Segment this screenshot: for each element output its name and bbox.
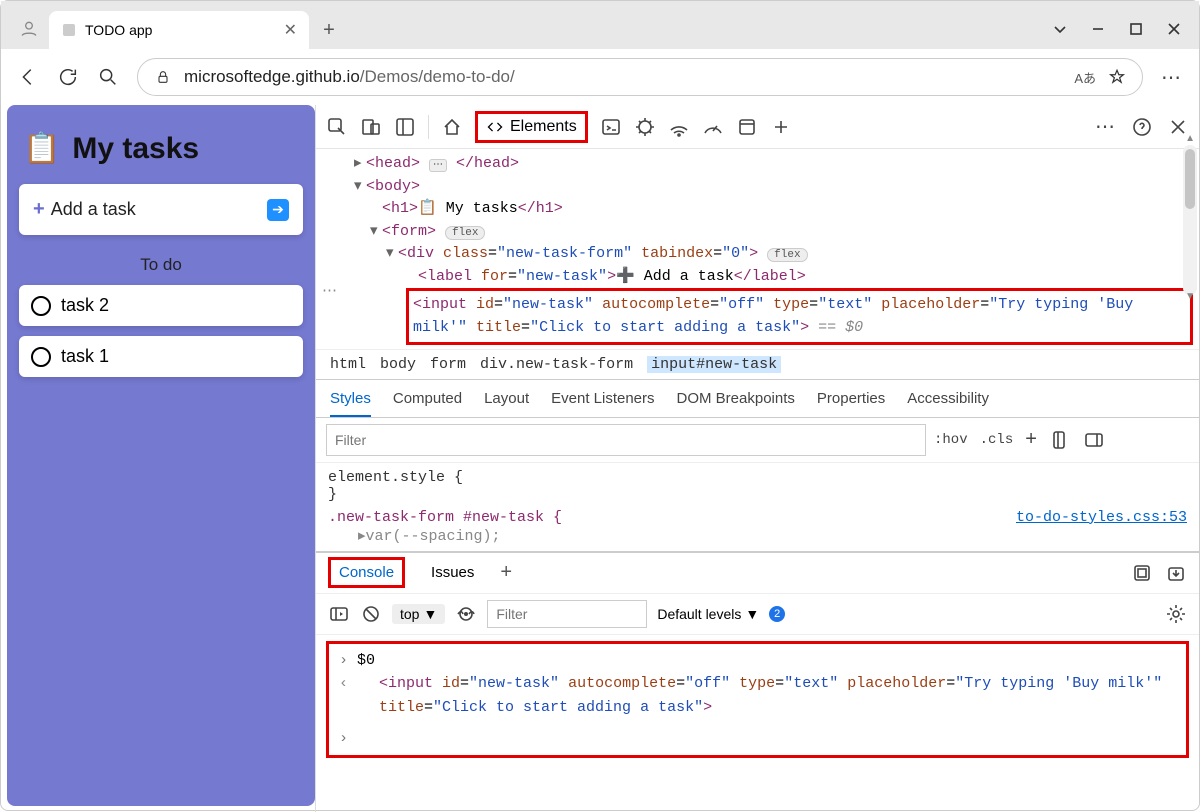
tab-elements[interactable]: Elements — [475, 111, 588, 143]
task-label: task 2 — [61, 295, 109, 316]
tab-console[interactable]: Console — [328, 557, 405, 588]
maximize-icon[interactable] — [1129, 22, 1143, 39]
drawer-add-icon[interactable]: + — [500, 561, 512, 584]
add-task-label: Add a task — [51, 199, 136, 220]
minimize-icon[interactable] — [1091, 22, 1105, 39]
drawer-collapse-icon[interactable] — [1165, 562, 1187, 584]
help-icon[interactable] — [1131, 116, 1153, 138]
favorite-icon[interactable] — [1106, 66, 1128, 88]
devtools-toolbar: Elements ⋯ — [316, 105, 1199, 149]
application-icon[interactable] — [736, 116, 758, 138]
clear-console-icon[interactable] — [360, 603, 382, 625]
styles-tabs: Styles Computed Layout Event Listeners D… — [316, 379, 1199, 418]
tab-event-listeners[interactable]: Event Listeners — [551, 390, 654, 407]
cls-toggle[interactable]: .cls — [980, 432, 1014, 448]
submit-arrow-icon[interactable]: ➔ — [267, 199, 289, 221]
close-icon[interactable] — [1167, 22, 1181, 39]
tab-accessibility[interactable]: Accessibility — [907, 390, 989, 407]
tab-close-icon[interactable]: ✕ — [284, 20, 297, 40]
tab-styles[interactable]: Styles — [330, 390, 371, 417]
tab-computed[interactable]: Computed — [393, 390, 462, 407]
vertical-scrollbar[interactable] — [1183, 145, 1197, 295]
plus-icon: + — [33, 198, 45, 221]
clipboard-icon: 📋 — [23, 131, 60, 166]
search-button[interactable] — [97, 66, 119, 88]
console-filter-input[interactable] — [487, 600, 647, 628]
browser-tab[interactable]: TODO app ✕ — [49, 11, 309, 49]
dom-breadcrumb[interactable]: html body form div.new-task-form input#n… — [316, 349, 1199, 379]
console-tab-icon[interactable] — [600, 116, 622, 138]
new-tab-button[interactable]: + — [309, 11, 349, 49]
window-controls — [1035, 22, 1199, 49]
performance-icon[interactable] — [702, 116, 724, 138]
task-checkbox[interactable] — [31, 296, 51, 316]
network-icon[interactable] — [668, 116, 690, 138]
sources-icon[interactable] — [634, 116, 656, 138]
sidebar-toggle-icon[interactable] — [1083, 429, 1105, 451]
task-checkbox[interactable] — [31, 347, 51, 367]
tab-dom-breakpoints[interactable]: DOM Breakpoints — [677, 390, 795, 407]
back-button[interactable] — [17, 66, 39, 88]
styles-rules[interactable]: element.style { } to-do-styles.css:53.ne… — [316, 463, 1199, 551]
dock-icon[interactable] — [394, 116, 416, 138]
url-input[interactable]: microsoftedge.github.io/Demos/demo-to-do… — [137, 58, 1143, 96]
chevron-down-icon[interactable] — [1053, 22, 1067, 39]
more-menu-button[interactable]: ⋯ — [1161, 65, 1183, 90]
welcome-icon[interactable] — [441, 116, 463, 138]
drawer-tabs: Console Issues + — [316, 551, 1199, 593]
dom-tree[interactable]: ⋯ ▸<head> ⋯ </head> ▾<body> <h1>📋 My tas… — [316, 149, 1199, 349]
tab-properties[interactable]: Properties — [817, 390, 885, 407]
log-levels-selector[interactable]: Default levels ▼ — [657, 606, 759, 622]
device-toggle-icon[interactable] — [360, 116, 382, 138]
devtools-pane: Elements ⋯ ⋯ ▸<head> ⋯ </head> ▾<body> <… — [315, 105, 1199, 812]
hov-toggle[interactable]: :hov — [934, 432, 968, 448]
console-sidebar-icon[interactable] — [328, 603, 350, 625]
app-title: My tasks — [72, 132, 199, 166]
tab-title: TODO app — [85, 22, 152, 38]
console-settings-icon[interactable] — [1165, 603, 1187, 625]
url-domain: microsoftedge.github.io — [184, 67, 360, 86]
devtools-more-icon[interactable]: ⋯ — [1095, 114, 1117, 139]
new-style-icon[interactable]: + — [1025, 428, 1037, 451]
task-item[interactable]: task 1 — [19, 336, 303, 377]
refresh-button[interactable] — [57, 66, 79, 88]
tab-issues[interactable]: Issues — [423, 560, 482, 585]
tab-favicon-icon — [61, 22, 77, 38]
console-toolbar: top ▼ Default levels ▼ 2 — [316, 593, 1199, 635]
drawer-dock-icon[interactable] — [1131, 562, 1153, 584]
selected-dom-node[interactable]: <input id="new-task" autocomplete="off" … — [406, 288, 1193, 345]
styles-filter-input[interactable] — [326, 424, 926, 456]
live-expression-icon[interactable] — [455, 603, 477, 625]
address-bar: microsoftedge.github.io/Demos/demo-to-do… — [1, 49, 1199, 105]
context-selector[interactable]: top ▼ — [392, 604, 445, 624]
more-tabs-icon[interactable] — [770, 116, 792, 138]
window-titlebar: TODO app ✕ + — [1, 1, 1199, 49]
console-output[interactable]: › $0 ‹ <input id="new-task" autocomplete… — [326, 641, 1189, 758]
computed-toggle-icon[interactable] — [1049, 429, 1071, 451]
scroll-down-icon[interactable]: ▼ — [1185, 291, 1195, 302]
read-aloud-icon[interactable]: Aあ — [1074, 68, 1096, 87]
section-heading: To do — [19, 255, 303, 275]
add-task-input[interactable]: + Add a task ➔ — [19, 184, 303, 235]
inspect-icon[interactable] — [326, 116, 348, 138]
task-item[interactable]: task 2 — [19, 285, 303, 326]
url-path: /Demos/demo-to-do/ — [360, 67, 515, 86]
tab-layout[interactable]: Layout — [484, 390, 529, 407]
profile-button[interactable] — [9, 9, 49, 49]
issues-badge[interactable]: 2 — [769, 606, 785, 622]
lock-icon — [152, 66, 174, 88]
overflow-dots-icon[interactable]: ⋯ — [322, 281, 338, 304]
task-label: task 1 — [61, 346, 109, 367]
css-source-link[interactable]: to-do-styles.css:53 — [1016, 509, 1187, 526]
scroll-up-icon[interactable]: ▲ — [1185, 133, 1195, 144]
todo-app-pane: 📋 My tasks + Add a task ➔ To do task 2 t… — [7, 105, 315, 806]
